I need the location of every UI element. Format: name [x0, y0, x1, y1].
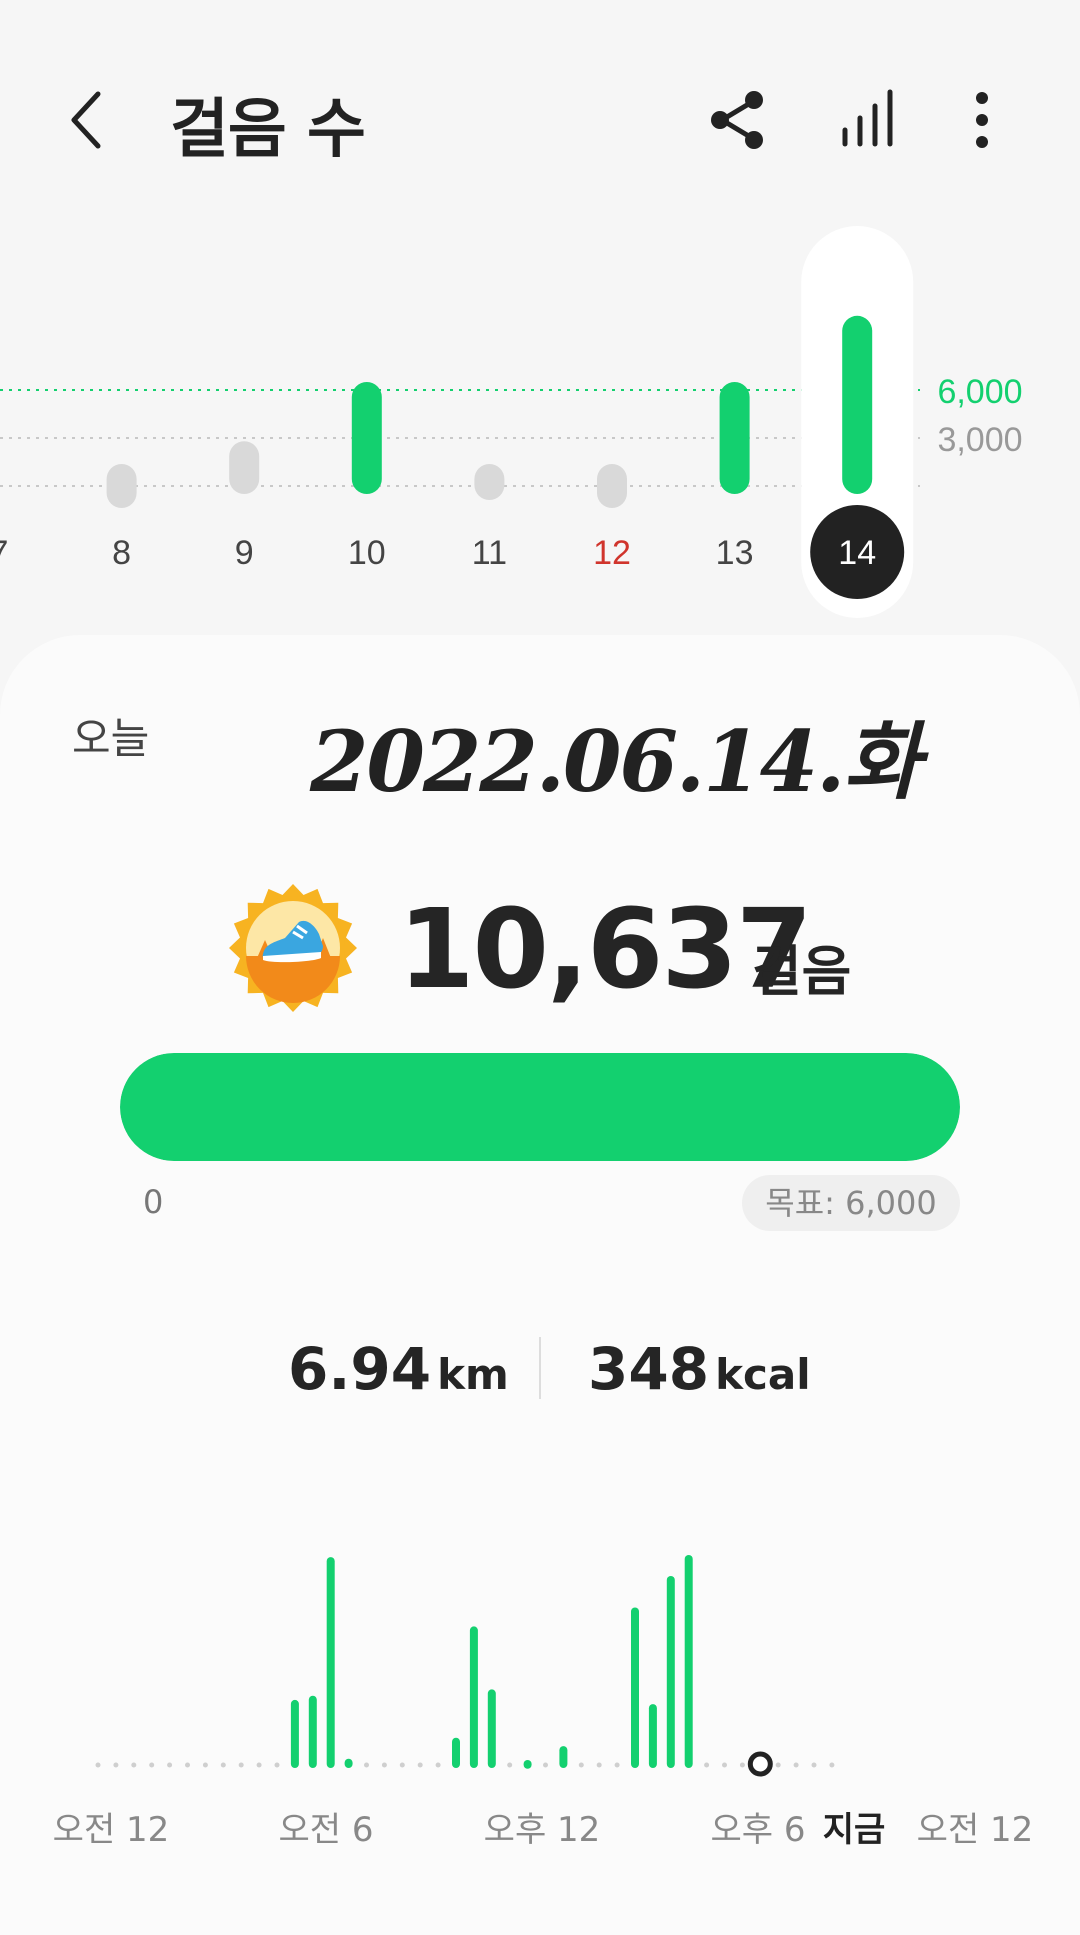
time-label: 오전 6: [278, 1810, 374, 1850]
week-day-label-8[interactable]: 8: [112, 534, 131, 572]
chart-view-button[interactable]: [828, 80, 908, 160]
metrics-row: 6.94 km 348 kcal: [0, 1335, 1080, 1425]
time-label: 오후 12: [483, 1810, 601, 1850]
hourly-chart-svg: [95, 1555, 835, 1777]
slot-dot: [167, 1762, 173, 1768]
weekly-chart-svg: 6,000 3,000 7 8 9 10 11 12 13 14: [0, 226, 1023, 618]
slot-dot: [775, 1762, 781, 1768]
goal-progress-bar: [120, 1053, 960, 1161]
week-day-label-10[interactable]: 10: [348, 534, 386, 572]
time-label: 오전 12: [52, 1810, 170, 1850]
week-day-label-9[interactable]: 9: [235, 534, 254, 572]
slot-dot: [256, 1762, 262, 1768]
metrics-divider: [539, 1337, 541, 1399]
back-arrow-icon: [71, 91, 101, 149]
calories-unit: kcal: [715, 1350, 811, 1399]
slot-dot: [614, 1762, 620, 1768]
weekly-steps-chart[interactable]: 6,000 3,000 7 8 9 10 11 12 13 14: [0, 210, 1080, 630]
slot-dot: [793, 1762, 799, 1768]
slot-dot: [417, 1762, 423, 1768]
slot-dot: [113, 1762, 119, 1768]
slot-dot: [381, 1762, 387, 1768]
slot-dot: [578, 1762, 584, 1768]
page-title: 걸음 수: [170, 93, 366, 167]
steps-count: 10,637: [398, 885, 812, 1013]
more-vertical-icon: [976, 92, 988, 148]
week-day-label-12[interactable]: 12: [593, 534, 631, 572]
progress-min-label: 0: [143, 1183, 164, 1221]
bar-chart-icon: [842, 89, 893, 147]
slot-dot: [399, 1762, 405, 1768]
back-button[interactable]: [60, 80, 120, 160]
slot-dot: [543, 1762, 548, 1768]
date-title: 2022.06.14.화: [310, 712, 921, 811]
time-label: 오후 6: [710, 1810, 806, 1850]
steps-unit: 걸음: [752, 940, 852, 1003]
week-day-label-11[interactable]: 11: [472, 534, 507, 572]
goal-label[interactable]: 목표: 6,000: [742, 1175, 960, 1231]
share-icon: [711, 91, 763, 149]
slot-dot: [220, 1762, 226, 1768]
slot-dot: [435, 1762, 441, 1768]
week-day-label-13[interactable]: 13: [716, 534, 754, 572]
today-label: 오늘: [72, 714, 150, 763]
slot-dot: [811, 1762, 817, 1768]
more-options-button[interactable]: [942, 80, 1022, 160]
slot-dot: [149, 1762, 155, 1768]
slot-dot: [704, 1762, 710, 1768]
distance-value: 6.94: [288, 1335, 432, 1403]
time-label: 오전 12: [916, 1810, 1034, 1850]
slot-dot: [95, 1762, 101, 1768]
distance-metric: 6.94 km: [288, 1335, 509, 1403]
app-bar: 걸음 수: [0, 0, 1080, 200]
mid-axis-label: 3,000: [937, 421, 1022, 459]
slot-dot: [185, 1762, 190, 1768]
time-label-now: 지금: [822, 1810, 886, 1850]
slot-dot: [596, 1762, 602, 1768]
slot-dot: [238, 1762, 244, 1768]
week-day-label-14[interactable]: 14: [838, 534, 876, 572]
slot-dot: [202, 1762, 208, 1768]
slot-dot: [274, 1762, 280, 1768]
distance-unit: km: [437, 1350, 509, 1399]
slot-dot: [739, 1762, 745, 1768]
running-shoe-badge-icon: [229, 884, 357, 1012]
slot-dot: [722, 1762, 727, 1768]
slot-dot: [131, 1762, 137, 1768]
slot-dot: [364, 1762, 369, 1768]
current-time-marker: [747, 1751, 773, 1777]
slot-dot: [829, 1762, 835, 1768]
goal-progress-fill: [120, 1053, 960, 1161]
share-button[interactable]: [698, 80, 778, 160]
goal-axis-label: 6,000: [937, 373, 1022, 411]
hourly-steps-chart: 오전 12 오전 6 오후 12 오후 6 지금 오전 12: [0, 1540, 1080, 1898]
week-day-label-7[interactable]: 7: [0, 534, 8, 572]
calories-value: 348: [588, 1335, 710, 1403]
calories-metric: 348 kcal: [588, 1335, 811, 1403]
slot-dot: [507, 1762, 513, 1768]
